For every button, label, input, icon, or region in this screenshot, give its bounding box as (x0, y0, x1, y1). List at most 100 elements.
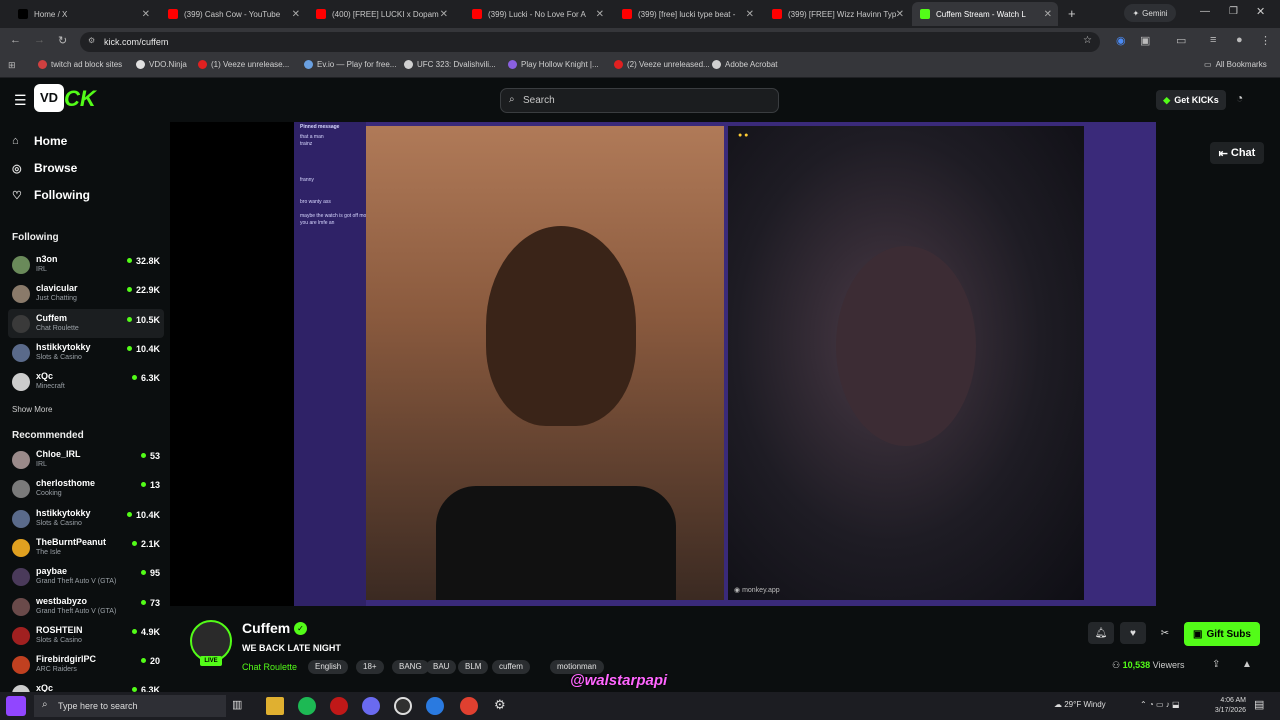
tab-close-icon[interactable]: ✕ (142, 9, 150, 20)
all-bookmarks[interactable]: ▭ All Bookmarks (1204, 60, 1267, 69)
stream-tag[interactable]: cuffem (492, 660, 530, 674)
obs-icon[interactable] (394, 697, 412, 715)
browser-tab[interactable]: Home / X ✕ (10, 2, 156, 26)
kick-logo[interactable]: CK (64, 86, 96, 112)
profile-icon[interactable]: ● (1236, 34, 1243, 46)
bookmark-item[interactable]: (1) Veeze unrelease... (198, 60, 289, 69)
notifications-bell-icon[interactable]: 🔔︎ (1088, 622, 1114, 644)
channel-item[interactable]: FirebirdgirlPC ARC Raiders 20 (8, 650, 164, 679)
bookmark-label: Ev.io — Play for free... (317, 60, 397, 69)
browser-tab[interactable]: (400) [FREE] LUCKI x Dopam ✕ (308, 2, 454, 26)
cast-icon[interactable]: ▭ (1176, 34, 1186, 47)
apps-grid-icon[interactable]: ⊞ (8, 60, 16, 71)
reload-icon[interactable]: ↻ (58, 34, 67, 47)
tab-close-icon[interactable]: ✕ (1044, 9, 1052, 20)
bookmark-item[interactable]: UFC 323: Dvalishvili... (404, 60, 496, 69)
user-avatar-icon[interactable]: ◔ (1236, 91, 1243, 105)
maximize-button[interactable]: ❐ (1229, 6, 1238, 17)
clip-icon[interactable]: ✂ (1152, 622, 1178, 644)
extension-icon[interactable]: ◉ (1116, 34, 1126, 47)
tab-close-icon[interactable]: ✕ (746, 9, 754, 20)
browser-tab[interactable]: Cuffem Stream - Watch L ✕ (912, 2, 1058, 26)
tray-icons[interactable]: ⌃ ◔ ▭ ♪ ⬓ (1140, 700, 1180, 709)
taskbar-search-input[interactable]: ⌕ Type here to search (34, 695, 226, 717)
notification-center-icon[interactable]: ▤ (1254, 698, 1264, 711)
bookmark-item[interactable]: twitch ad block sites (38, 60, 122, 69)
chrome-icon[interactable] (460, 697, 478, 715)
spotify-icon[interactable] (298, 697, 316, 715)
show-more-link[interactable]: Show More (12, 405, 52, 414)
search-input[interactable]: ⌕ Search (500, 88, 779, 113)
channel-item[interactable]: hstikkytokky Slots & Casino 10.4K (8, 504, 164, 533)
stream-tag[interactable]: BLM (458, 660, 489, 674)
stream-tag[interactable]: BAU (426, 660, 457, 674)
bookmark-item[interactable]: Play Hollow Knight |... (508, 60, 599, 69)
browser-tab[interactable]: (399) [FREE] Wizz Havinn Typ ✕ (764, 2, 910, 26)
browser-tab[interactable]: (399) [free] lucki type beat - ✕ (614, 2, 760, 26)
stream-tag[interactable]: 18+ (356, 660, 384, 674)
app-blue-icon[interactable] (426, 697, 444, 715)
channel-item[interactable]: hstikkytokky Slots & Casino 10.4K (8, 338, 164, 367)
app-red-icon[interactable] (330, 697, 348, 715)
channel-item[interactable]: TheBurntPeanut The Isle 2.1K (8, 533, 164, 562)
stream-tag[interactable]: BANG (392, 660, 429, 674)
category-link[interactable]: Chat Roulette (242, 662, 297, 672)
minimize-button[interactable]: — (1200, 6, 1210, 17)
weather-widget[interactable]: ☁ 29°F Windy (1054, 700, 1106, 709)
nav-browse[interactable]: ◎ Browse (12, 161, 77, 175)
nav-following[interactable]: ♡ Following (12, 188, 90, 202)
bookmark-item[interactable]: Adobe Acrobat (712, 60, 777, 69)
channel-item[interactable]: Cuffem Chat Roulette 10.5K (8, 308, 164, 338)
settings-gear-icon[interactable]: ⚙ (494, 697, 506, 713)
menu-icon[interactable]: ⋮ (1260, 34, 1271, 47)
video-player[interactable]: Pinned message that a man trainz franny bro… (170, 122, 1156, 606)
bookmark-item[interactable]: Ev.io — Play for free... (304, 60, 396, 69)
stream-tag[interactable]: English (308, 660, 349, 674)
channel-item[interactable]: xQc Minecraft 6.3K (8, 367, 164, 396)
channel-item[interactable]: westbabyzo Grand Theft Auto V (GTA) 73 (8, 592, 164, 621)
nav-home-label: Home (34, 134, 68, 148)
bookmark-star-icon[interactable]: ☆ (1083, 35, 1092, 46)
new-tab-button[interactable]: + (1068, 6, 1076, 21)
browser-tab[interactable]: (399) Lucki - No Love For A ✕ (464, 2, 610, 26)
file-explorer-icon[interactable] (266, 697, 284, 715)
bookmark-item[interactable]: VDO.Ninja (136, 60, 187, 69)
tab-close-icon[interactable]: ✕ (440, 9, 448, 20)
channel-item[interactable]: ROSHTEIN Slots & Casino 4.9K (8, 621, 164, 650)
channel-name: ROSHTEIN (36, 624, 83, 635)
live-badge: LIVE (200, 656, 222, 666)
open-chat-button[interactable]: ⇤ Chat (1210, 142, 1264, 164)
close-window-button[interactable]: ✕ (1256, 5, 1265, 18)
channel-item[interactable]: cherlosthome Cooking 13 (8, 474, 164, 503)
channel-name: westbabyzo (36, 595, 88, 606)
channel-item[interactable]: Chloe_IRL IRL 53 (8, 445, 164, 474)
twitch-start-icon[interactable] (6, 696, 26, 716)
url-field[interactable]: ⚙ kick.com/cuffem ☆ (80, 32, 1100, 52)
extensions-puzzle-icon[interactable]: ▣ (1140, 34, 1150, 47)
discord-icon[interactable] (362, 697, 380, 715)
downloads-icon[interactable]: ≡ (1210, 34, 1216, 46)
report-icon[interactable]: ▲ (1242, 659, 1252, 670)
share-icon[interactable]: ⇪ (1212, 659, 1220, 670)
taskbar-clock[interactable]: 4:06 AM 3/17/2026 (1215, 696, 1246, 716)
get-kicks-button[interactable]: ◆ Get KICKs (1156, 90, 1226, 110)
channel-item[interactable]: paybae Grand Theft Auto V (GTA) 95 (8, 562, 164, 591)
streamer-name[interactable]: Cuffem (242, 620, 290, 636)
hamburger-menu-icon[interactable]: ☰ (14, 92, 27, 109)
tab-close-icon[interactable]: ✕ (292, 9, 300, 20)
bookmark-item[interactable]: (2) Veeze unreleased... (614, 60, 710, 69)
channel-item[interactable]: n3on IRL 32.8K (8, 250, 164, 279)
forward-arrow-icon[interactable]: → (34, 34, 45, 46)
follow-heart-icon[interactable]: ♥ (1120, 622, 1146, 644)
channel-item[interactable]: clavicular Just Chatting 22.9K (8, 279, 164, 308)
site-info-icon[interactable]: ⚙ (88, 36, 95, 45)
task-view-icon[interactable]: ▥ (232, 698, 242, 711)
gemini-button[interactable]: ✦ Gemini (1124, 4, 1176, 22)
remote-badge-icon: ● ● (738, 132, 749, 139)
back-arrow-icon[interactable]: ← (10, 34, 21, 46)
tab-close-icon[interactable]: ✕ (896, 9, 904, 20)
nav-home[interactable]: ⌂ Home (12, 134, 67, 148)
gift-subs-button[interactable]: ▣ Gift Subs (1184, 622, 1260, 646)
tab-close-icon[interactable]: ✕ (596, 9, 604, 20)
browser-tab[interactable]: (399) Cash Cow - YouTube ✕ (160, 2, 306, 26)
